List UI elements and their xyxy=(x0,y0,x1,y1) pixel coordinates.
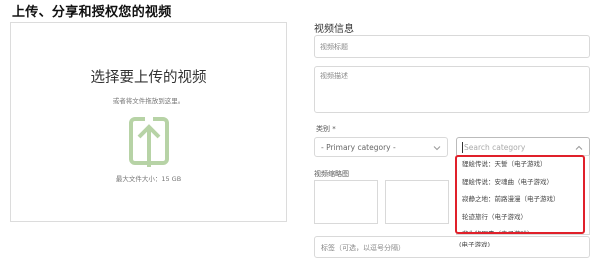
category-search-input[interactable]: Search category xyxy=(456,137,590,157)
thumbnails-label: 视频缩略图 xyxy=(314,170,349,178)
video-title-placeholder: 视频标题 xyxy=(320,43,348,51)
category-option[interactable]: 貍絵传说：安魂曲（电子游戏） xyxy=(457,174,589,192)
upload-arrow-icon[interactable] xyxy=(127,117,171,169)
chevron-down-icon xyxy=(433,146,441,151)
category-search-placeholder: Search category xyxy=(464,143,526,152)
video-info-heading: 视频信息 xyxy=(314,24,354,35)
tags-input[interactable]: 标签（可选，以逗号分隔） xyxy=(314,236,590,258)
video-description-textarea[interactable]: 视频描述 xyxy=(314,66,590,113)
category-option[interactable]: 貍絵传说：天誓（电子游戏） xyxy=(457,156,589,174)
primary-category-select[interactable]: - Primary category - xyxy=(314,137,448,157)
category-dropdown-list[interactable]: 貍絵传说：天誓（电子游戏） 貍絵传说：安魂曲（电子游戏） 寂静之地：前路漫漫（电… xyxy=(456,155,590,235)
page-title: 上传、分享和授权您的视频 xyxy=(12,5,172,20)
video-description-placeholder: 视频描述 xyxy=(320,72,348,80)
max-file-size-note: 最大文件大小：15 GB xyxy=(115,175,182,183)
thumbnail-slot[interactable] xyxy=(314,180,378,224)
video-title-input[interactable]: 视频标题 xyxy=(314,35,590,58)
chevron-up-icon xyxy=(575,145,583,150)
thumbnail-slot[interactable] xyxy=(385,180,449,224)
category-label: 类别 * xyxy=(316,125,336,133)
category-option[interactable]: 轮迹旅行（电子游戏） xyxy=(457,209,589,227)
video-upload-dropzone[interactable]: 选择要上传的视频 或者将文件拖放到这里。 最大文件大小：15 GB xyxy=(10,22,287,222)
text-cursor xyxy=(462,142,463,153)
tags-placeholder: 标签（可选，以逗号分隔） xyxy=(321,244,405,252)
upload-heading: 选择要上传的视频 xyxy=(90,70,207,86)
primary-category-value: - Primary category - xyxy=(321,143,396,152)
upload-drag-hint: 或者将文件拖放到这里。 xyxy=(112,97,185,105)
category-option[interactable]: 非生物因素（电子游戏） xyxy=(457,226,589,234)
category-option[interactable]: 寂静之地：前路漫漫（电子游戏） xyxy=(457,191,589,209)
